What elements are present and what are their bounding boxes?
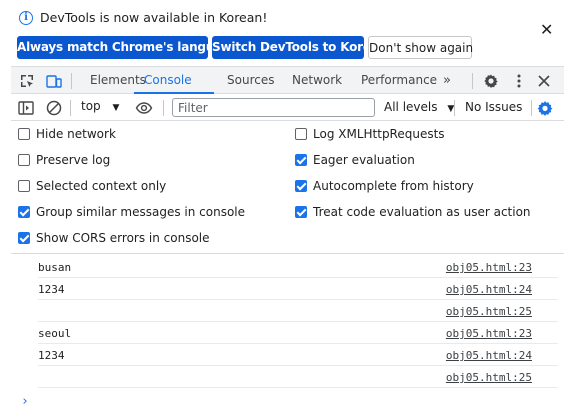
issues-counter[interactable]: No Issues	[465, 100, 522, 114]
info-icon: i	[19, 11, 33, 25]
console-settings-pane: Hide network Preserve log Selected conte…	[11, 122, 564, 254]
setting-label: Selected context only	[36, 179, 167, 193]
toolbar-divider	[70, 100, 71, 116]
active-tab-indicator	[134, 92, 214, 94]
checkbox[interactable]	[18, 206, 30, 218]
settings-gear-icon[interactable]	[483, 73, 499, 89]
source-link[interactable]: obj05.html:24	[446, 349, 532, 362]
console-prompt[interactable]: ›	[21, 394, 29, 409]
console-message: obj05.html:25	[38, 366, 558, 388]
customize-menu-icon[interactable]	[511, 73, 527, 89]
checkbox[interactable]	[18, 154, 30, 166]
checkbox[interactable]	[18, 232, 30, 244]
setting-label: Group similar messages in console	[36, 205, 245, 219]
dont-show-again-button[interactable]: Don't show again	[368, 36, 473, 59]
setting-label: Show CORS errors in console	[36, 231, 210, 245]
console-toolbar: top ▼ All levels ▼ No Issues	[11, 95, 564, 121]
tab-performance[interactable]: Performance	[361, 67, 437, 94]
console-messages: busan obj05.html:23 1234 obj05.html:24 o…	[11, 255, 564, 418]
chevron-down-icon: ▼	[112, 103, 120, 113]
setting-label: Eager evaluation	[313, 153, 415, 167]
console-message: obj05.html:25	[38, 300, 558, 322]
close-icon[interactable]: ✕	[540, 22, 553, 38]
language-infobar: i DevTools is now available in Korean! ✕…	[0, 0, 564, 66]
checkbox[interactable]	[295, 128, 307, 140]
message-text: seoul	[38, 327, 72, 340]
console-message: 1234 obj05.html:24	[38, 344, 558, 366]
device-toolbar-icon[interactable]	[46, 73, 62, 89]
setting-label: Autocomplete from history	[313, 179, 474, 193]
always-match-language-button[interactable]: Always match Chrome's language	[17, 36, 239, 59]
source-link[interactable]: obj05.html:23	[446, 327, 532, 340]
log-levels-dropdown[interactable]: All levels ▼	[384, 100, 454, 114]
setting-label: Log XMLHttpRequests	[313, 127, 445, 141]
live-expression-eye-icon[interactable]	[135, 99, 153, 117]
checkbox[interactable]	[18, 180, 30, 192]
toolbar-divider	[531, 100, 532, 116]
toolbar-divider	[454, 100, 455, 116]
switch-to-korean-button[interactable]: Switch DevTools to Korean	[212, 36, 387, 59]
message-text: 1234	[38, 349, 65, 362]
clear-console-icon[interactable]	[45, 99, 63, 117]
console-message: busan obj05.html:23	[38, 256, 558, 278]
source-link[interactable]: obj05.html:23	[446, 261, 532, 274]
source-link[interactable]: obj05.html:25	[446, 305, 532, 318]
tab-sources[interactable]: Sources	[227, 67, 274, 94]
toolbar-divider	[472, 73, 473, 89]
toolbar-divider	[71, 73, 72, 89]
toolbar-divider	[163, 100, 164, 116]
infobar-message: DevTools is now available in Korean!	[40, 10, 268, 25]
context-value: top	[81, 99, 101, 113]
checkbox[interactable]	[295, 180, 307, 192]
context-selector[interactable]: top ▼	[81, 99, 119, 113]
message-text: 1234	[38, 283, 65, 296]
setting-label: Treat code evaluation as user action	[313, 205, 531, 219]
console-message: seoul obj05.html:23	[38, 322, 558, 344]
tab-network[interactable]: Network	[292, 67, 342, 94]
sidebar-toggle-icon[interactable]	[17, 99, 35, 117]
console-message: 1234 obj05.html:24	[38, 278, 558, 300]
message-text: busan	[38, 261, 72, 274]
console-settings-gear-icon[interactable]	[536, 99, 554, 117]
log-levels-value: All levels	[384, 100, 438, 114]
more-tabs-icon[interactable]: »	[443, 67, 451, 94]
filter-input[interactable]	[172, 98, 375, 117]
tab-console[interactable]: Console	[144, 67, 192, 94]
tab-elements[interactable]: Elements	[90, 67, 146, 94]
inspect-element-icon[interactable]	[19, 73, 35, 89]
checkbox[interactable]	[18, 128, 30, 140]
source-link[interactable]: obj05.html:25	[446, 371, 532, 384]
checkbox[interactable]	[295, 154, 307, 166]
setting-label: Preserve log	[36, 153, 111, 167]
checkbox[interactable]	[295, 206, 307, 218]
devtools-main-toolbar: Elements Console Sources Network Perform…	[11, 66, 564, 94]
close-devtools-icon[interactable]	[536, 73, 552, 89]
setting-label: Hide network	[36, 127, 116, 141]
source-link[interactable]: obj05.html:24	[446, 283, 532, 296]
